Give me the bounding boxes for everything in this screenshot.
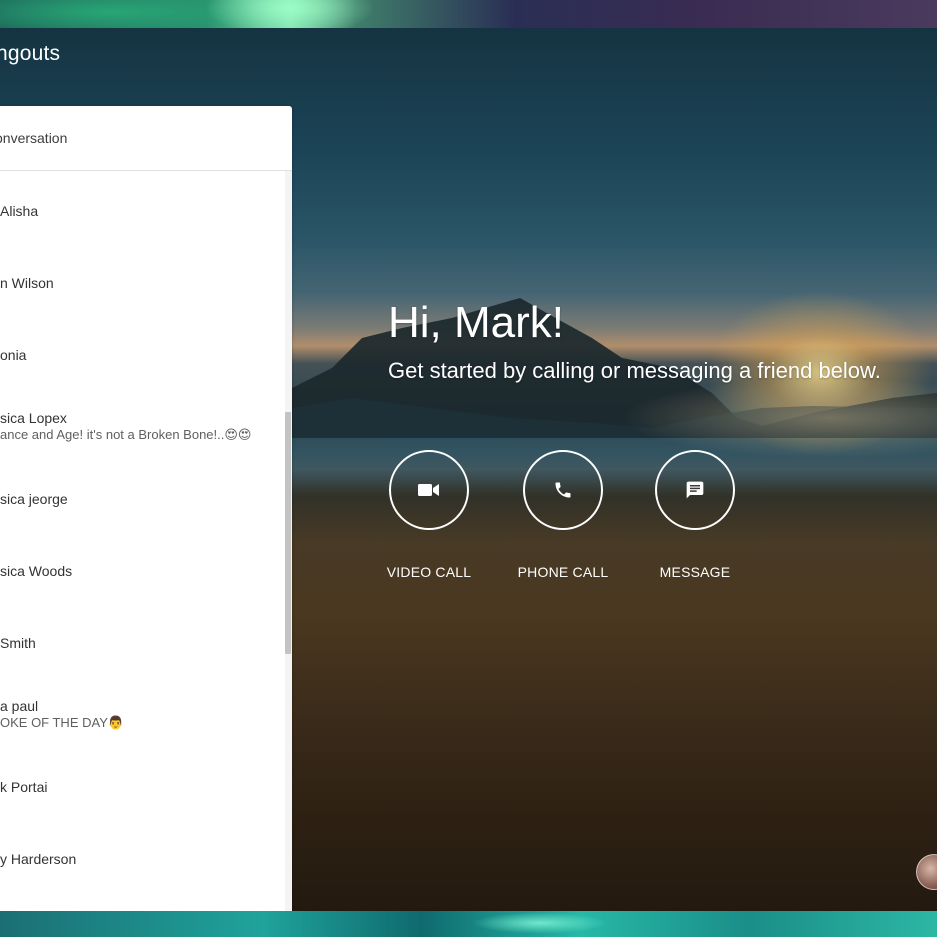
conversation-name: n Wilson xyxy=(0,275,54,291)
conversation-item[interactable]: k Portai xyxy=(0,747,285,819)
conversation-snippet: ance and Age! it's not a Broken Bone!..😍… xyxy=(0,427,252,442)
desktop-wallpaper-bottom xyxy=(0,911,937,937)
conversation-name: sica Lopex xyxy=(0,410,67,426)
desktop-wallpaper-top xyxy=(0,0,937,28)
conversation-item[interactable]: sica Woods xyxy=(0,531,285,603)
conversation-list: Alisha n Wilson onia sica Lopex ance and… xyxy=(0,171,285,911)
new-conversation-label: conversation xyxy=(0,130,68,146)
conversation-name: k Portai xyxy=(0,779,48,795)
conversation-name: Smith xyxy=(0,635,36,651)
new-conversation-button[interactable]: conversation xyxy=(0,106,292,171)
avatar[interactable] xyxy=(916,854,937,890)
conversation-item[interactable]: y Harderson xyxy=(0,819,285,891)
phone-icon xyxy=(555,482,571,498)
conversation-item[interactable]: Smith xyxy=(0,603,285,675)
phone-call-label: PHONE CALL xyxy=(517,564,609,580)
conversation-item[interactable]: n Wilson xyxy=(0,243,285,315)
greeting-heading: Hi, Mark! xyxy=(388,298,564,347)
conversation-name: a paul xyxy=(0,698,39,714)
video-call-circle[interactable] xyxy=(389,450,469,530)
conversation-snippet: OKE OF THE DAY👨 xyxy=(0,715,125,730)
conversation-panel: conversation Alisha n Wilson onia sica L… xyxy=(0,106,292,911)
video-call-button[interactable]: VIDEO CALL xyxy=(369,450,489,580)
conversation-item[interactable]: onia xyxy=(0,315,285,387)
conversation-name: y Harderson xyxy=(0,851,77,867)
video-call-label: VIDEO CALL xyxy=(386,564,472,580)
screen: ngouts conversation Alisha n Wilson onia… xyxy=(0,0,937,937)
greeting-subtitle: Get started by calling or messaging a fr… xyxy=(388,358,881,383)
conversation-item[interactable]: Alisha xyxy=(0,171,285,243)
hangouts-window: ngouts conversation Alisha n Wilson onia… xyxy=(0,28,937,911)
conversation-item[interactable]: sica jeorge xyxy=(0,459,285,531)
scrollbar-thumb[interactable] xyxy=(285,412,291,654)
message-circle[interactable] xyxy=(655,450,735,530)
phone-call-button[interactable]: PHONE CALL xyxy=(503,450,623,580)
conversation-item[interactable]: a paul OKE OF THE DAY👨 xyxy=(0,675,285,747)
message-button[interactable]: MESSAGE xyxy=(635,450,755,580)
phone-call-circle[interactable] xyxy=(523,450,603,530)
conversation-name: Alisha xyxy=(0,203,39,219)
conversation-name: sica jeorge xyxy=(0,491,68,507)
conversation-item[interactable]: sica Lopex ance and Age! it's not a Brok… xyxy=(0,387,285,459)
chat-bubble-icon xyxy=(686,481,704,499)
app-title: ngouts xyxy=(0,42,61,65)
message-label: MESSAGE xyxy=(659,564,731,580)
conversation-name: sica Woods xyxy=(0,563,73,579)
conversation-name: onia xyxy=(0,347,27,363)
video-camera-icon xyxy=(418,484,439,496)
